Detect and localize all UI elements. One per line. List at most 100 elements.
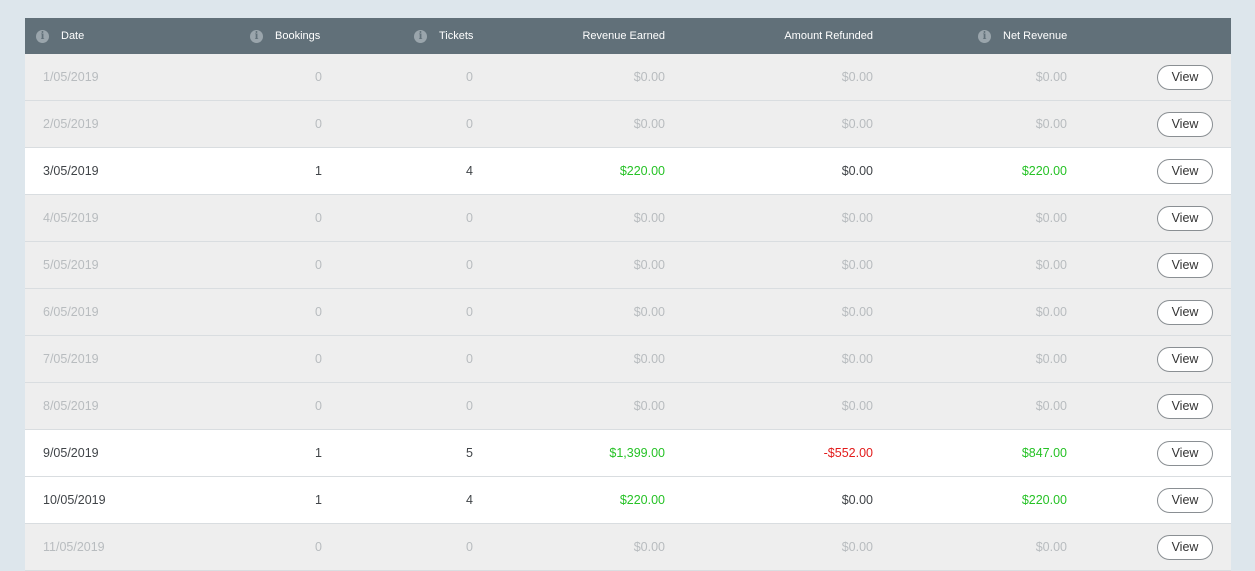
cell-date: 8/05/2019 bbox=[43, 399, 99, 413]
cell-bookings: 0 bbox=[315, 258, 322, 272]
cell-action: View bbox=[1157, 430, 1213, 476]
info-icon[interactable]: i bbox=[978, 29, 991, 43]
cell-action: View bbox=[1157, 336, 1213, 382]
cell-tickets: 0 bbox=[466, 70, 473, 84]
view-button[interactable]: View bbox=[1157, 299, 1213, 325]
cell-net-revenue: $0.00 bbox=[1035, 211, 1067, 225]
cell-tickets: 0 bbox=[466, 258, 473, 272]
table-row: 11/05/2019 0 0 $0.00 $0.00 $0.00 View bbox=[25, 524, 1231, 571]
cell-revenue: $1,399.00 bbox=[609, 446, 665, 460]
cell-action: View bbox=[1157, 148, 1213, 194]
cell-revenue: $0.00 bbox=[633, 352, 665, 366]
table-row: 10/05/2019 1 4 $220.00 $0.00 $220.00 View bbox=[25, 477, 1231, 524]
info-icon[interactable]: i bbox=[36, 29, 49, 43]
cell-action: View bbox=[1157, 101, 1213, 147]
view-button[interactable]: View bbox=[1157, 111, 1213, 137]
cell-bookings: 0 bbox=[315, 540, 322, 554]
cell-net-revenue: $0.00 bbox=[1035, 258, 1067, 272]
table-row: 6/05/2019 0 0 $0.00 $0.00 $0.00 View bbox=[25, 289, 1231, 336]
cell-refunded: $0.00 bbox=[841, 70, 873, 84]
info-icon[interactable]: i bbox=[250, 29, 263, 43]
cell-net-revenue: $220.00 bbox=[1021, 164, 1067, 178]
cell-refunded: $0.00 bbox=[841, 305, 873, 319]
cell-action: View bbox=[1157, 524, 1213, 570]
cell-action: View bbox=[1157, 289, 1213, 335]
cell-bookings: 0 bbox=[315, 352, 322, 366]
header-tickets-label: Tickets bbox=[439, 30, 474, 42]
cell-bookings: 0 bbox=[315, 399, 322, 413]
view-button[interactable]: View bbox=[1157, 534, 1213, 560]
table-body: 1/05/2019 0 0 $0.00 $0.00 $0.00 View 2/05/2019 0… bbox=[25, 54, 1231, 571]
cell-tickets: 0 bbox=[466, 399, 473, 413]
cell-date: 11/05/2019 bbox=[43, 540, 105, 554]
cell-revenue: $220.00 bbox=[619, 164, 665, 178]
table-row: 9/05/2019 1 5 $1,399.00 -$552.00 $847.00 View bbox=[25, 430, 1231, 477]
view-button[interactable]: View bbox=[1157, 346, 1213, 372]
header-revenue-label: Revenue Earned bbox=[582, 30, 665, 42]
cell-refunded: $0.00 bbox=[841, 164, 873, 178]
header-bookings-label: Bookings bbox=[275, 30, 321, 42]
header-tickets: i Tickets bbox=[414, 18, 473, 54]
header-net: i Net Revenue bbox=[978, 18, 1067, 54]
cell-revenue: $0.00 bbox=[633, 70, 665, 84]
cell-revenue: $0.00 bbox=[633, 117, 665, 131]
cell-net-revenue: $0.00 bbox=[1035, 305, 1067, 319]
cell-action: View bbox=[1157, 477, 1213, 523]
cell-refunded: $0.00 bbox=[841, 258, 873, 272]
info-icon[interactable]: i bbox=[414, 29, 427, 43]
cell-bookings: 1 bbox=[315, 493, 322, 507]
cell-tickets: 0 bbox=[466, 352, 473, 366]
cell-revenue: $0.00 bbox=[633, 258, 665, 272]
view-button[interactable]: View bbox=[1157, 252, 1213, 278]
cell-net-revenue: $220.00 bbox=[1021, 493, 1067, 507]
cell-refunded: $0.00 bbox=[841, 211, 873, 225]
cell-revenue: $0.00 bbox=[633, 540, 665, 554]
table-row: 4/05/2019 0 0 $0.00 $0.00 $0.00 View bbox=[25, 195, 1231, 242]
view-button[interactable]: View bbox=[1157, 205, 1213, 231]
cell-action: View bbox=[1157, 54, 1213, 100]
cell-action: View bbox=[1157, 383, 1213, 429]
cell-revenue: $220.00 bbox=[619, 493, 665, 507]
cell-refunded: -$552.00 bbox=[823, 446, 873, 460]
header-bookings: i Bookings bbox=[250, 18, 320, 54]
cell-bookings: 0 bbox=[315, 211, 322, 225]
cell-date: 2/05/2019 bbox=[43, 117, 99, 131]
table-header: i Date i Bookings i Tickets Revenue Earn… bbox=[25, 18, 1231, 54]
cell-net-revenue: $0.00 bbox=[1035, 540, 1067, 554]
cell-refunded: $0.00 bbox=[841, 117, 873, 131]
table-row: 8/05/2019 0 0 $0.00 $0.00 $0.00 View bbox=[25, 383, 1231, 430]
header-revenue: Revenue Earned bbox=[582, 18, 665, 54]
cell-revenue: $0.00 bbox=[633, 211, 665, 225]
cell-refunded: $0.00 bbox=[841, 493, 873, 507]
view-button[interactable]: View bbox=[1157, 440, 1213, 466]
cell-net-revenue: $0.00 bbox=[1035, 70, 1067, 84]
cell-date: 6/05/2019 bbox=[43, 305, 99, 319]
cell-bookings: 0 bbox=[315, 305, 322, 319]
cell-date: 7/05/2019 bbox=[43, 352, 99, 366]
cell-date: 4/05/2019 bbox=[43, 211, 99, 225]
cell-action: View bbox=[1157, 195, 1213, 241]
cell-tickets: 0 bbox=[466, 117, 473, 131]
header-refunded: Amount Refunded bbox=[784, 18, 873, 54]
view-button[interactable]: View bbox=[1157, 64, 1213, 90]
cell-action: View bbox=[1157, 242, 1213, 288]
cell-net-revenue: $0.00 bbox=[1035, 399, 1067, 413]
table-row: 1/05/2019 0 0 $0.00 $0.00 $0.00 View bbox=[25, 54, 1231, 101]
header-date: i Date bbox=[36, 18, 84, 54]
cell-tickets: 5 bbox=[466, 446, 473, 460]
view-button[interactable]: View bbox=[1157, 393, 1213, 419]
cell-bookings: 0 bbox=[315, 117, 322, 131]
view-button[interactable]: View bbox=[1157, 158, 1213, 184]
view-button[interactable]: View bbox=[1157, 487, 1213, 513]
header-net-label: Net Revenue bbox=[1003, 30, 1068, 42]
cell-tickets: 0 bbox=[466, 305, 473, 319]
cell-tickets: 0 bbox=[466, 211, 473, 225]
cell-tickets: 0 bbox=[466, 540, 473, 554]
cell-bookings: 1 bbox=[315, 446, 322, 460]
cell-refunded: $0.00 bbox=[841, 352, 873, 366]
cell-date: 3/05/2019 bbox=[43, 164, 99, 178]
cell-date: 5/05/2019 bbox=[43, 258, 99, 272]
header-date-label: Date bbox=[61, 30, 85, 42]
table-row: 3/05/2019 1 4 $220.00 $0.00 $220.00 View bbox=[25, 148, 1231, 195]
cell-revenue: $0.00 bbox=[633, 399, 665, 413]
